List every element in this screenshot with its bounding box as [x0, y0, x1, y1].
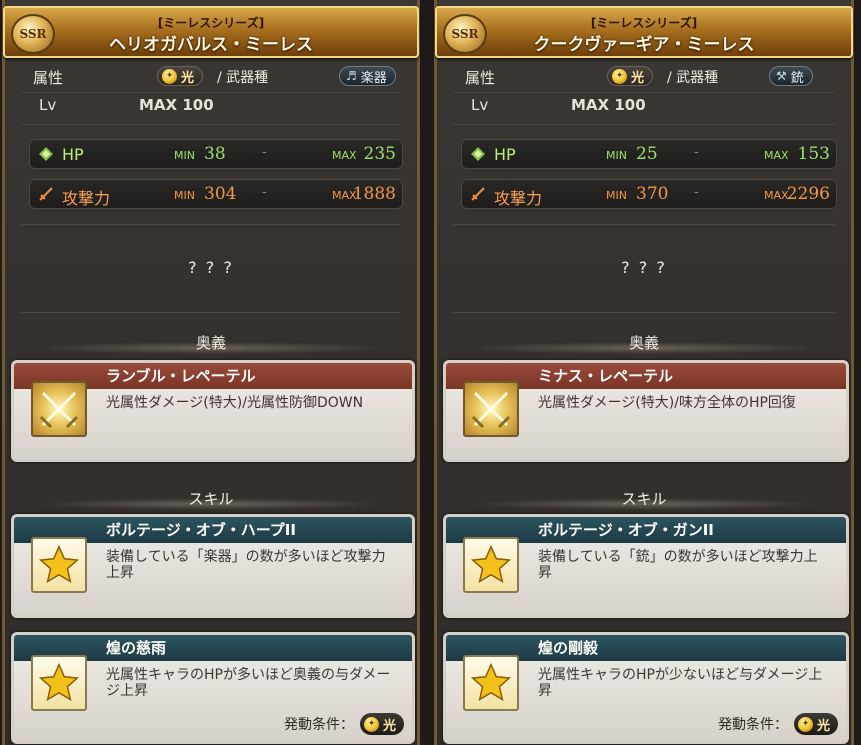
unknown-ability: ? ? ?: [621, 258, 667, 277]
condition-label: 発動条件：: [717, 717, 788, 733]
level-row: Lv MAX 100: [471, 96, 837, 118]
weapon-type-badge: ♬ 楽器: [339, 66, 396, 86]
skill-section-title: スキル: [35, 488, 387, 512]
weapon-series: [ミーレスシリーズ]: [157, 16, 265, 30]
attack-label: 攻撃力: [62, 189, 111, 208]
ougi-section-title: 奥義: [35, 332, 387, 356]
weapon-type-text: 銃: [790, 70, 804, 86]
element-text: 光: [631, 70, 645, 86]
hp-max-label: MAX: [764, 149, 789, 162]
hp-max-value: 235: [363, 144, 396, 164]
weapon-header: SSR [ミーレスシリーズ] ヘリオガバルス・ミーレス: [3, 6, 419, 58]
level-label: Lv: [471, 96, 489, 114]
hp-dash: -: [262, 145, 267, 160]
weapon-series: [ミーレスシリーズ]: [590, 16, 698, 30]
attack-stat-bar: 攻撃力 MIN 304 - MAX 1888: [29, 179, 403, 209]
attack-max-value: 2296: [786, 184, 830, 204]
light-element-icon: ✦: [797, 716, 813, 732]
hp-diamond-icon: [471, 147, 485, 161]
condition-element-badge: ✦ 光: [359, 713, 404, 735]
divider: [453, 92, 835, 93]
level-value: MAX 100: [139, 96, 214, 114]
attack-max-value: 1888: [352, 184, 396, 204]
divider: [453, 224, 835, 225]
attack-min-label: MIN: [606, 189, 627, 202]
attack-min-value: 304: [204, 184, 237, 204]
element-text: 光: [181, 70, 195, 86]
crossed-swords-icon: [463, 381, 519, 437]
divider: [453, 124, 835, 125]
attack-stat-bar: 攻撃力 MIN 370 - MAX 2296: [461, 179, 837, 209]
hp-dash: -: [694, 145, 699, 160]
weapon-panel-left: SSR [ミーレスシリーズ] ヘリオガバルス・ミーレス 属性 ✦ 光 / 武器種…: [2, 0, 420, 745]
instrument-icon: ♬: [346, 69, 357, 83]
skill-section-title: スキル: [467, 488, 821, 512]
condition-element-badge: ✦ 光: [793, 713, 838, 735]
light-element-icon: ✦: [612, 68, 627, 84]
hp-min-value: 25: [636, 144, 658, 164]
activation-condition: 発動条件： ✦ 光: [284, 713, 404, 735]
attack-dash: -: [262, 185, 267, 200]
activation-condition: 発動条件： ✦ 光: [718, 713, 838, 735]
weapon-type-label: / 武器種: [217, 70, 269, 86]
attribute-label: 属性: [33, 69, 64, 87]
star-icon: [31, 537, 87, 593]
weapon-header: SSR [ミーレスシリーズ] クークヴァーギア・ミーレス: [435, 6, 853, 58]
skill-card[interactable]: 煌の慈雨 光属性キャラのHPが多いほど奥義の与ダメージ上昇 発動条件： ✦ 光: [11, 632, 415, 744]
hp-max-label: MAX: [332, 149, 357, 162]
crossed-swords-icon: [31, 381, 87, 437]
attribute-row: 属性 ✦ 光 / 武器種 ♬ 楽器: [29, 66, 403, 88]
skill-card[interactable]: 煌の剛毅 光属性キャラのHPが少ないほど与ダメージ上昇 発動条件： ✦ 光: [443, 632, 849, 744]
weapon-name: クークヴァーギア・ミーレス: [533, 35, 755, 55]
level-row: Lv MAX 100: [39, 96, 403, 118]
ougi-section-title: 奥義: [467, 332, 821, 356]
element-badge: ✦ 光: [157, 66, 204, 86]
attack-max-label: MAX: [764, 189, 789, 202]
attack-label: 攻撃力: [494, 189, 543, 208]
gun-icon: ⚒: [776, 69, 787, 83]
condition-label: 発動条件：: [283, 717, 354, 733]
hp-min-label: MIN: [606, 149, 627, 162]
attack-dash: -: [694, 185, 699, 200]
weapon-type-badge: ⚒ 銃: [769, 66, 813, 86]
level-label: Lv: [39, 96, 57, 114]
divider: [21, 312, 401, 313]
hp-min-value: 38: [204, 144, 226, 164]
weapon-type-text: 楽器: [360, 70, 387, 86]
level-value: MAX 100: [571, 96, 646, 114]
star-icon: [463, 655, 519, 711]
attack-min-label: MIN: [174, 189, 195, 202]
divider: [21, 224, 401, 225]
divider: [21, 124, 401, 125]
sword-icon: [471, 187, 485, 201]
divider: [453, 312, 835, 313]
hp-stat-bar: HP MIN 38 - MAX 235: [29, 139, 403, 169]
weapon-name: ヘリオガバルス・ミーレス: [109, 35, 313, 55]
attribute-row: 属性 ✦ 光 / 武器種 ⚒ 銃: [461, 66, 837, 88]
hp-label: HP: [62, 145, 84, 164]
skill-card[interactable]: ボルテージ・オブ・ハープII 装備している「楽器」の数が多いほど攻撃力上昇: [11, 514, 415, 618]
light-element-icon: ✦: [162, 68, 177, 84]
sword-icon: [39, 187, 53, 201]
weapon-type-label: / 武器種: [667, 70, 719, 86]
hp-max-value: 153: [797, 144, 830, 164]
attack-min-value: 370: [636, 184, 669, 204]
star-icon: [31, 655, 87, 711]
element-badge: ✦ 光: [607, 66, 654, 86]
weapon-panel-right: SSR [ミーレスシリーズ] クークヴァーギア・ミーレス 属性 ✦ 光 / 武器…: [434, 0, 854, 745]
skill-card[interactable]: ボルテージ・オブ・ガンII 装備している「銃」の数が多いほど攻撃力上昇: [443, 514, 849, 618]
ougi-card[interactable]: ミナス・レペーテル 光属性ダメージ(特大)/味方全体のHP回復: [443, 360, 849, 462]
hp-label: HP: [494, 145, 516, 164]
attribute-label: 属性: [465, 69, 496, 87]
hp-stat-bar: HP MIN 25 - MAX 153: [461, 139, 837, 169]
hp-diamond-icon: [39, 147, 53, 161]
ougi-card[interactable]: ランブル・レペーテル 光属性ダメージ(特大)/光属性防御DOWN: [11, 360, 415, 462]
unknown-ability: ? ? ?: [188, 258, 234, 277]
hp-min-label: MIN: [174, 149, 195, 162]
divider: [21, 92, 401, 93]
light-element-icon: ✦: [363, 716, 379, 732]
star-icon: [463, 537, 519, 593]
